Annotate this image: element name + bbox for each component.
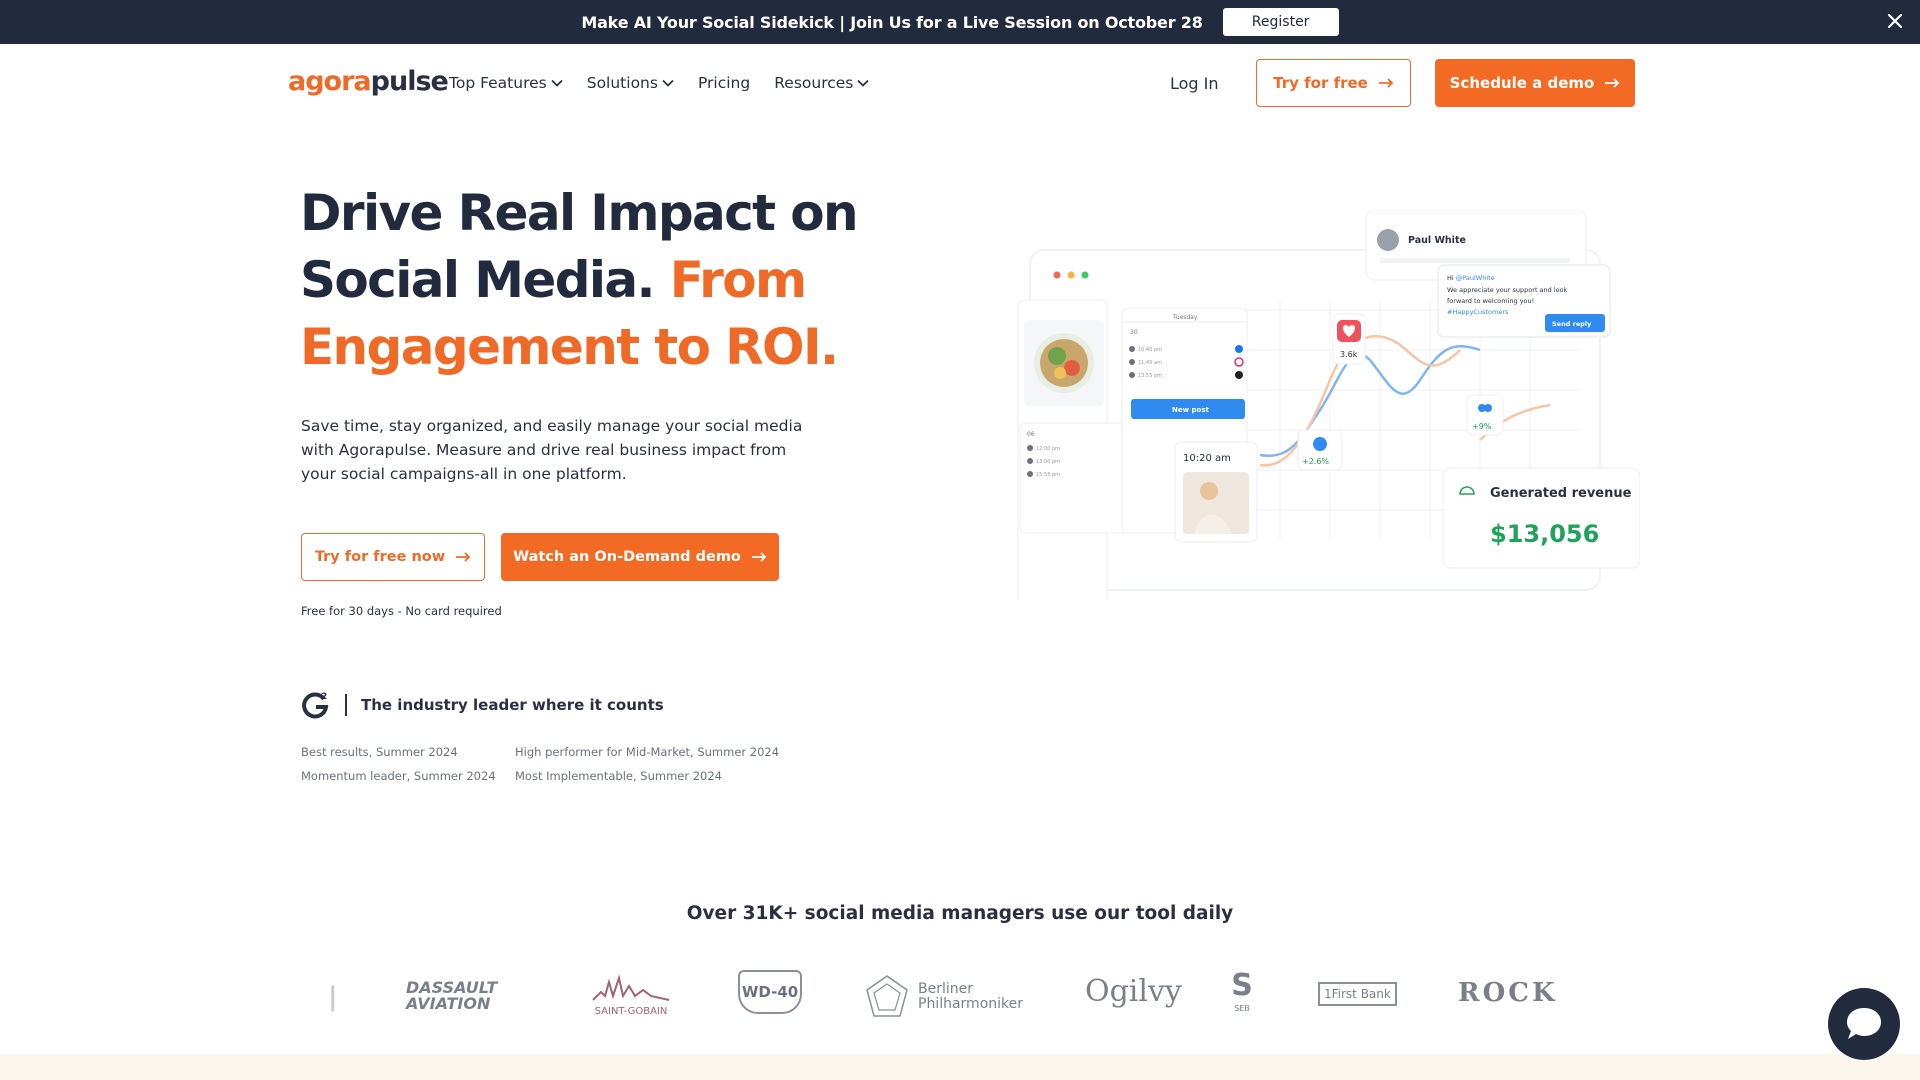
chevron-down-icon (551, 79, 563, 87)
award-item: Most Implementable, Summer 2024 (515, 769, 722, 783)
login-link[interactable]: Log In (1170, 74, 1219, 93)
chevron-down-icon (662, 79, 674, 87)
svg-text:06: 06 (1027, 431, 1035, 438)
svg-text:forward to welcoming you!: forward to welcoming you! (1447, 297, 1534, 305)
brand-logo-rock: ROCK (1458, 978, 1558, 1008)
brand-logo-partial: | (328, 982, 338, 1012)
try-free-button[interactable]: Try for free (1256, 59, 1411, 107)
svg-text:We appreciate your support and: We appreciate your support and look (1447, 286, 1568, 294)
g2-logo-icon: 2 (302, 692, 329, 719)
arrow-right-icon (1378, 78, 1394, 88)
register-button[interactable]: Register (1222, 8, 1339, 36)
chat-launcher-button[interactable] (1828, 988, 1900, 1060)
social-proof-title: Over 31K+ social media managers use our … (686, 903, 1234, 924)
hero-description: Save time, stay organized, and easily ma… (301, 417, 803, 483)
svg-text:30: 30 (1130, 329, 1138, 336)
nav-item-resources[interactable]: Resources (774, 74, 870, 92)
hero-title: Drive Real Impact on Social Media. From … (300, 184, 859, 376)
svg-text:15:55 pm: 15:55 pm (1036, 472, 1060, 478)
svg-text:$13,056: $13,056 (1490, 520, 1599, 548)
schedule-demo-button[interactable]: Schedule a demo (1435, 59, 1635, 107)
arrow-right-icon (1605, 78, 1620, 88)
arrow-right-icon (456, 552, 471, 562)
svg-text:Paul White: Paul White (1408, 235, 1466, 246)
nav-menu: Top Features Solutions Pricing Resources (449, 74, 893, 92)
svg-text:3.6k: 3.6k (1340, 350, 1358, 359)
hero-illustration: 06 12:00 pm 13:00 pm 15:55 pm Tuesday 30… (1017, 210, 1640, 600)
berliner-mark-icon (866, 975, 908, 1017)
saint-gobain-mark-icon (592, 974, 670, 1001)
svg-text:2: 2 (321, 692, 327, 702)
watch-demo-button[interactable]: Watch an On-Demand demo (501, 533, 779, 581)
brand-logo-berliner: Berliner Philharmoniker (864, 974, 1028, 1020)
try-free-now-button[interactable]: Try for free now (301, 533, 485, 581)
award-item: Momentum leader, Summer 2024 (301, 769, 496, 783)
g2-badge-row: 2 The industry leader where it counts (301, 690, 664, 720)
main-nav: agorapulse Top Features Solutions Pricin… (0, 44, 1920, 122)
brand-logo-saint-gobain: SAINT-GOBAIN (586, 972, 676, 1017)
svg-text:13:00 pm: 13:00 pm (1036, 459, 1060, 465)
announcement-text: Make AI Your Social Sidekick | Join Us f… (581, 12, 1203, 32)
brand-logo-ogilvy: Ogilvy (1085, 974, 1182, 1009)
svg-text:Generated revenue: Generated revenue (1490, 486, 1632, 501)
client-logos: | DASSAULT AVIATION SAINT-GOBAIN WD-40 B… (0, 960, 1920, 1030)
award-item: High performer for Mid-Market, Summer 20… (515, 745, 780, 759)
svg-text:13:55 pm: 13:55 pm (1138, 373, 1162, 379)
divider (345, 694, 347, 716)
svg-text:+2.6%: +2.6% (1302, 457, 1329, 466)
svg-text:#HappyCustomers: #HappyCustomers (1447, 308, 1509, 316)
svg-text:Hi @PaulWhite: Hi @PaulWhite (1447, 274, 1495, 282)
brand-logo-wd40: WD-40 (738, 970, 802, 1014)
svg-text:10:20 am: 10:20 am (1183, 453, 1231, 464)
svg-text:Send reply: Send reply (1552, 320, 1592, 328)
award-item: Best results, Summer 2024 (301, 745, 458, 759)
nav-item-pricing[interactable]: Pricing (698, 74, 750, 92)
chat-bubble-icon (1847, 1008, 1881, 1039)
g2-tagline: The industry leader where it counts (361, 696, 664, 714)
nav-item-top-features[interactable]: Top Features (449, 74, 563, 92)
brand-logo-seb: S SEB (1231, 968, 1253, 1013)
brand-logo-dassault: DASSAULT AVIATION (406, 978, 498, 1013)
svg-text:11:45 am: 11:45 am (1138, 360, 1162, 366)
next-section-band (0, 1054, 1920, 1080)
svg-text:10:40 pm: 10:40 pm (1138, 347, 1162, 353)
svg-text:+9%: +9% (1472, 422, 1492, 431)
svg-text:New post: New post (1172, 406, 1209, 414)
nav-item-solutions[interactable]: Solutions (587, 74, 674, 92)
chevron-down-icon (857, 79, 870, 87)
agorapulse-logo[interactable]: agorapulse (288, 66, 449, 97)
brand-logo-firstbank: 1First Bank (1318, 982, 1397, 1006)
announcement-bar: Make AI Your Social Sidekick | Join Us f… (0, 0, 1920, 44)
svg-text:12:00 pm: 12:00 pm (1036, 446, 1060, 452)
close-icon[interactable] (1884, 10, 1906, 32)
free-trial-note: Free for 30 days - No card required (301, 604, 502, 618)
svg-text:Tuesday: Tuesday (1172, 314, 1198, 321)
arrow-right-icon (751, 552, 767, 562)
